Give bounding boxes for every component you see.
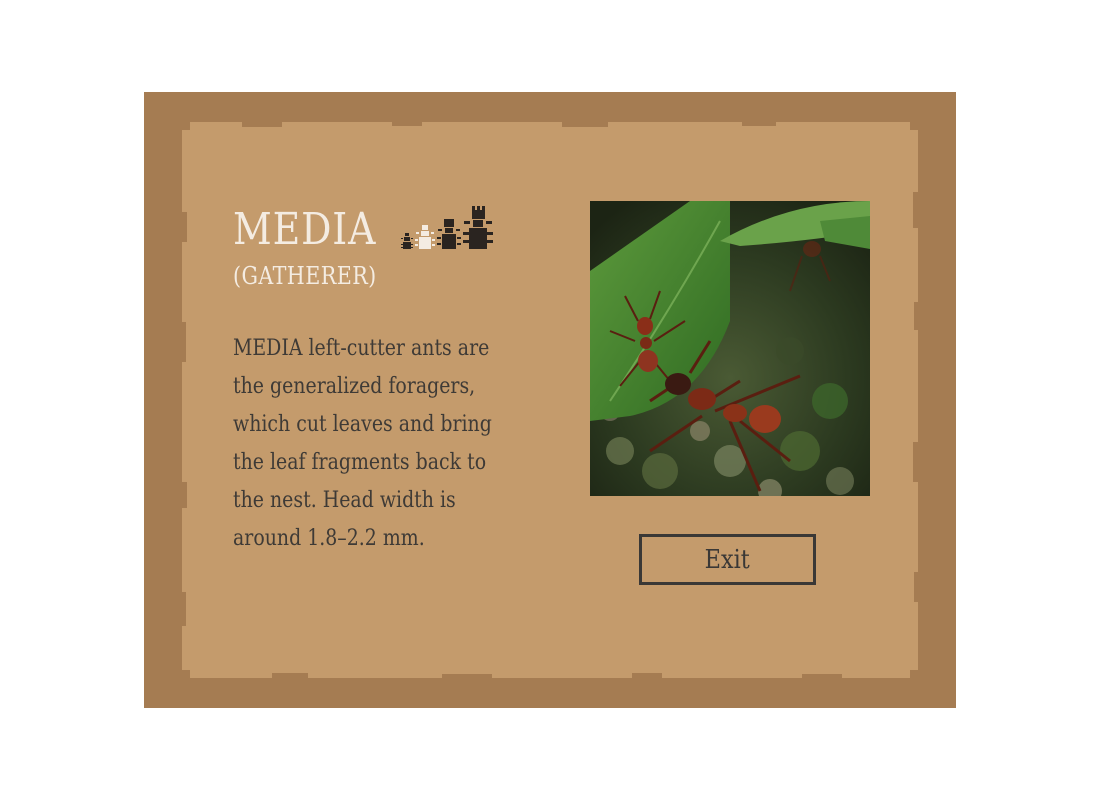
border-notch (182, 322, 186, 362)
minima-ant-icon (400, 233, 413, 249)
border-notch (802, 674, 842, 678)
exit-button[interactable]: Exit (639, 534, 816, 585)
border-notch (913, 442, 918, 482)
caste-size-icons (400, 206, 494, 250)
border-notch (242, 122, 282, 127)
exit-button-label: Exit (704, 544, 751, 575)
border-notch (914, 572, 918, 602)
ant-photo-illustration (590, 201, 870, 496)
info-card-frame: MEDIA (GATHERER) MEDIA left-cutter ants … (144, 92, 956, 708)
border-notch (182, 212, 187, 242)
border-notch (914, 302, 918, 330)
border-notch (562, 122, 608, 127)
border-notch (182, 122, 190, 130)
border-notch (392, 122, 422, 126)
caste-description: MEDIA left-cutter ants are the generaliz… (233, 336, 492, 551)
border-notch (913, 192, 918, 228)
title-row: MEDIA (233, 204, 494, 252)
screen-background: MEDIA (GATHERER) MEDIA left-cutter ants … (0, 0, 1100, 800)
border-notch (910, 670, 918, 678)
caste-title: MEDIA (233, 204, 377, 255)
leafcutter-ant-photo (590, 201, 870, 496)
major-ant-icon (436, 219, 461, 249)
info-card: MEDIA (GATHERER) MEDIA left-cutter ants … (182, 122, 918, 678)
border-notch (632, 673, 662, 678)
caste-role-subtitle: (GATHERER) (233, 262, 377, 290)
border-notch (442, 674, 492, 678)
border-notch (910, 122, 918, 130)
queen-ant-icon (462, 206, 493, 249)
media-ant-icon (414, 225, 435, 249)
border-notch (272, 673, 308, 678)
border-notch (182, 482, 187, 508)
border-notch (182, 670, 190, 678)
border-notch (182, 592, 186, 626)
border-notch (742, 122, 776, 126)
